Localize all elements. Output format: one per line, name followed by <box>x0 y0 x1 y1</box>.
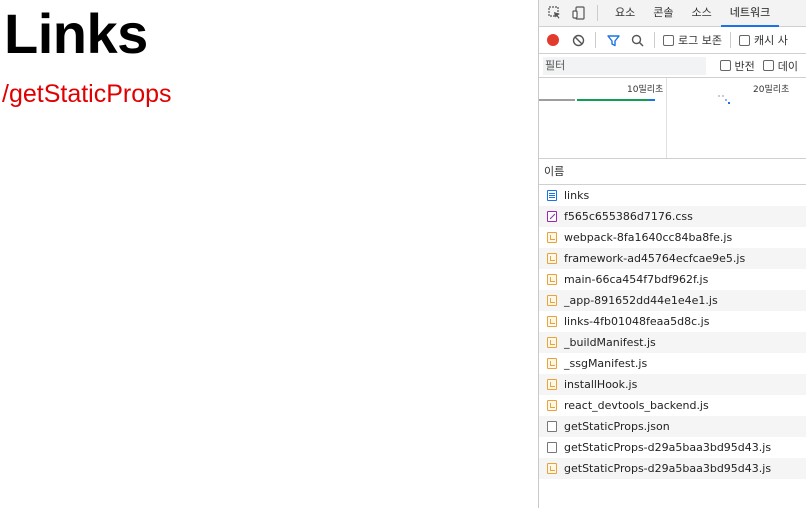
request-name: react_devtools_backend.js <box>564 399 709 412</box>
request-name: webpack-8fa1640cc84ba8fe.js <box>564 231 733 244</box>
network-toolbar: 로그 보존 캐시 사 <box>539 27 806 54</box>
checkbox-box[interactable] <box>762 60 774 71</box>
disable-cache-label: 캐시 사 <box>753 34 788 47</box>
network-overview[interactable]: 10밀리초 20밀리초 <box>539 78 806 159</box>
preserve-log-label: 로그 보존 <box>678 34 722 47</box>
network-filterbar: 반전 데이 <box>539 54 806 78</box>
hide-data-urls-label: 데이 <box>777 59 798 73</box>
overview-event-dot <box>725 99 727 101</box>
preserve-log-checkbox[interactable]: 로그 보존 <box>663 32 722 48</box>
script-file-icon <box>547 379 557 390</box>
stylesheet-file-icon <box>547 211 557 222</box>
script-file-icon <box>547 400 557 411</box>
overview-waiting-bar <box>539 99 575 101</box>
request-name: framework-ad45764ecfcae9e5.js <box>564 252 746 265</box>
script-file-icon <box>547 274 557 285</box>
checkbox-box[interactable] <box>719 60 731 71</box>
script-file-icon <box>547 358 557 369</box>
request-list: links f565c655386d7176.css webpack-8fa1640… <box>539 185 806 479</box>
column-header-name[interactable]: 이름 <box>539 159 806 185</box>
toolbar-divider <box>597 5 598 21</box>
devtools-tabbar: 요소 콘솔 소스 네트워크 <box>539 0 806 27</box>
clear-icon[interactable] <box>569 31 587 49</box>
request-name: links <box>564 189 590 202</box>
request-name: _ssgManifest.js <box>564 357 648 370</box>
invert-checkbox[interactable]: 반전 <box>719 58 755 74</box>
overview-download-bar <box>649 99 655 101</box>
checkbox-box[interactable] <box>663 34 674 46</box>
overview-gridline <box>666 78 667 158</box>
request-name: getStaticProps.json <box>564 420 670 433</box>
fetch-file-icon <box>547 421 557 432</box>
request-name: getStaticProps-d29a5baa3bd95d43.js <box>564 441 772 454</box>
request-row[interactable]: _buildManifest.js <box>539 332 806 353</box>
request-name: installHook.js <box>564 378 638 391</box>
fetch-file-icon <box>547 442 557 453</box>
request-row[interactable]: _app-891652dd44e1e4e1.js <box>539 290 806 311</box>
request-row[interactable]: _ssgManifest.js <box>539 353 806 374</box>
tab-sources[interactable]: 소스 <box>683 0 721 26</box>
script-file-icon <box>547 316 557 327</box>
request-row[interactable]: webpack-8fa1640cc84ba8fe.js <box>539 227 806 248</box>
request-row[interactable]: framework-ad45764ecfcae9e5.js <box>539 248 806 269</box>
request-name: f565c655386d7176.css <box>564 210 693 223</box>
request-row[interactable]: getStaticProps.json <box>539 416 806 437</box>
filter-icon[interactable] <box>604 31 622 49</box>
request-row[interactable]: links <box>539 185 806 206</box>
filter-input[interactable] <box>543 56 706 75</box>
invert-label: 반전 <box>734 59 755 73</box>
request-name: links-4fb01048feaa5d8c.js <box>564 315 710 328</box>
tab-elements[interactable]: 요소 <box>606 0 644 26</box>
request-name: _app-891652dd44e1e4e1.js <box>564 294 718 307</box>
request-row[interactable]: links-4fb01048feaa5d8c.js <box>539 311 806 332</box>
script-file-icon <box>547 295 557 306</box>
device-toolbar-icon[interactable] <box>569 3 589 23</box>
tab-console[interactable]: 콘솔 <box>644 0 682 26</box>
script-file-icon <box>547 232 557 243</box>
request-name: getStaticProps-d29a5baa3bd95d43.js <box>564 462 772 475</box>
record-icon[interactable] <box>547 34 559 46</box>
search-icon[interactable] <box>628 31 646 49</box>
page-title: Links <box>4 2 148 65</box>
request-row[interactable]: react_devtools_backend.js <box>539 395 806 416</box>
request-row[interactable]: getStaticProps-d29a5baa3bd95d43.js <box>539 437 806 458</box>
overview-event-dot <box>718 95 720 97</box>
overview-tick-label: 20밀리초 <box>753 85 790 95</box>
request-row[interactable]: getStaticProps-d29a5baa3bd95d43.js <box>539 458 806 479</box>
toolbar-divider <box>729 32 731 48</box>
document-file-icon <box>547 190 557 201</box>
request-name: _buildManifest.js <box>564 336 656 349</box>
request-name: main-66ca454f7bdf962f.js <box>564 273 709 286</box>
script-file-icon <box>547 463 557 474</box>
overview-event-dot <box>728 102 730 104</box>
request-row[interactable]: f565c655386d7176.css <box>539 206 806 227</box>
overview-event-dot <box>722 95 724 97</box>
overview-tick-label: 10밀리초 <box>627 85 664 95</box>
script-file-icon <box>547 337 557 348</box>
disable-cache-checkbox[interactable]: 캐시 사 <box>738 32 788 48</box>
toolbar-divider <box>595 32 596 48</box>
hide-data-urls-checkbox[interactable]: 데이 <box>762 58 798 74</box>
toolbar-divider <box>654 32 655 48</box>
page-viewport: Links /getStaticProps <box>0 0 538 508</box>
tab-network[interactable]: 네트워크 <box>720 0 780 27</box>
get-static-props-link[interactable]: /getStaticProps <box>2 78 172 110</box>
devtools-panel: 요소 콘솔 소스 네트워크 로그 보존 캐시 사 반전 <box>538 0 806 508</box>
inspect-element-icon[interactable] <box>545 3 565 23</box>
overview-download-bar <box>577 99 649 101</box>
checkbox-box[interactable] <box>738 34 750 46</box>
request-row[interactable]: main-66ca454f7bdf962f.js <box>539 269 806 290</box>
script-file-icon <box>547 253 557 264</box>
request-row[interactable]: installHook.js <box>539 374 806 395</box>
